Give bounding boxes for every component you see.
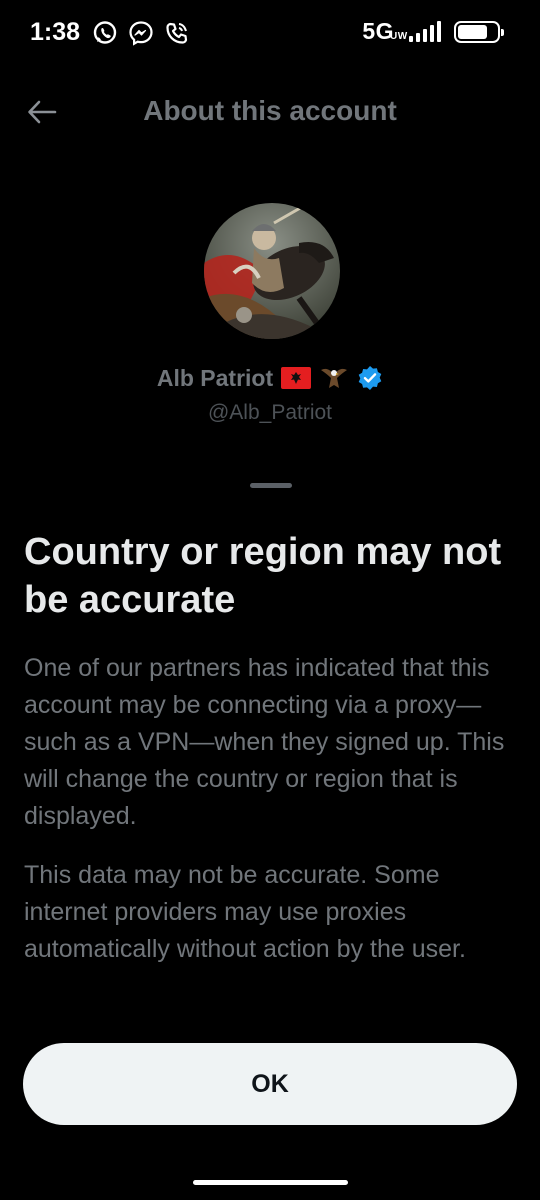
avatar-painting-image	[204, 203, 340, 339]
phone-call-icon	[166, 22, 188, 44]
ok-button[interactable]: OK	[23, 1043, 517, 1125]
network-suffix: UW	[390, 31, 408, 42]
notification-icons	[92, 20, 190, 46]
sheet-paragraph-1: One of our partners has indicated that t…	[24, 654, 505, 830]
signal-strength-icon	[409, 20, 441, 42]
messenger-icon	[129, 21, 153, 46]
battery-icon	[454, 20, 504, 43]
status-time: 1:38	[30, 18, 81, 46]
home-indicator[interactable]	[193, 1180, 348, 1185]
verified-badge-icon	[358, 366, 382, 390]
display-name: Alb Patriot	[156, 364, 274, 391]
sheet-drag-handle[interactable]	[250, 483, 292, 488]
network-type: 5GUW	[362, 18, 408, 44]
sheet-heading: Country or region may not be accurate	[24, 531, 502, 621]
account-handle: @Alb_Patriot	[207, 401, 333, 424]
eagle-emoji	[321, 368, 348, 388]
albania-flag-emoji	[281, 367, 312, 389]
name-row: Alb Patriot	[0, 364, 540, 392]
avatar[interactable]	[204, 203, 340, 339]
sheet-paragraph-2: This data may not be accurate. Some inte…	[24, 861, 466, 963]
status-bar: 1:38 5GUW	[0, 0, 540, 64]
whatsapp-icon	[93, 21, 117, 44]
status-right: 5GUW	[362, 18, 504, 45]
page-title: About this account	[143, 95, 397, 126]
